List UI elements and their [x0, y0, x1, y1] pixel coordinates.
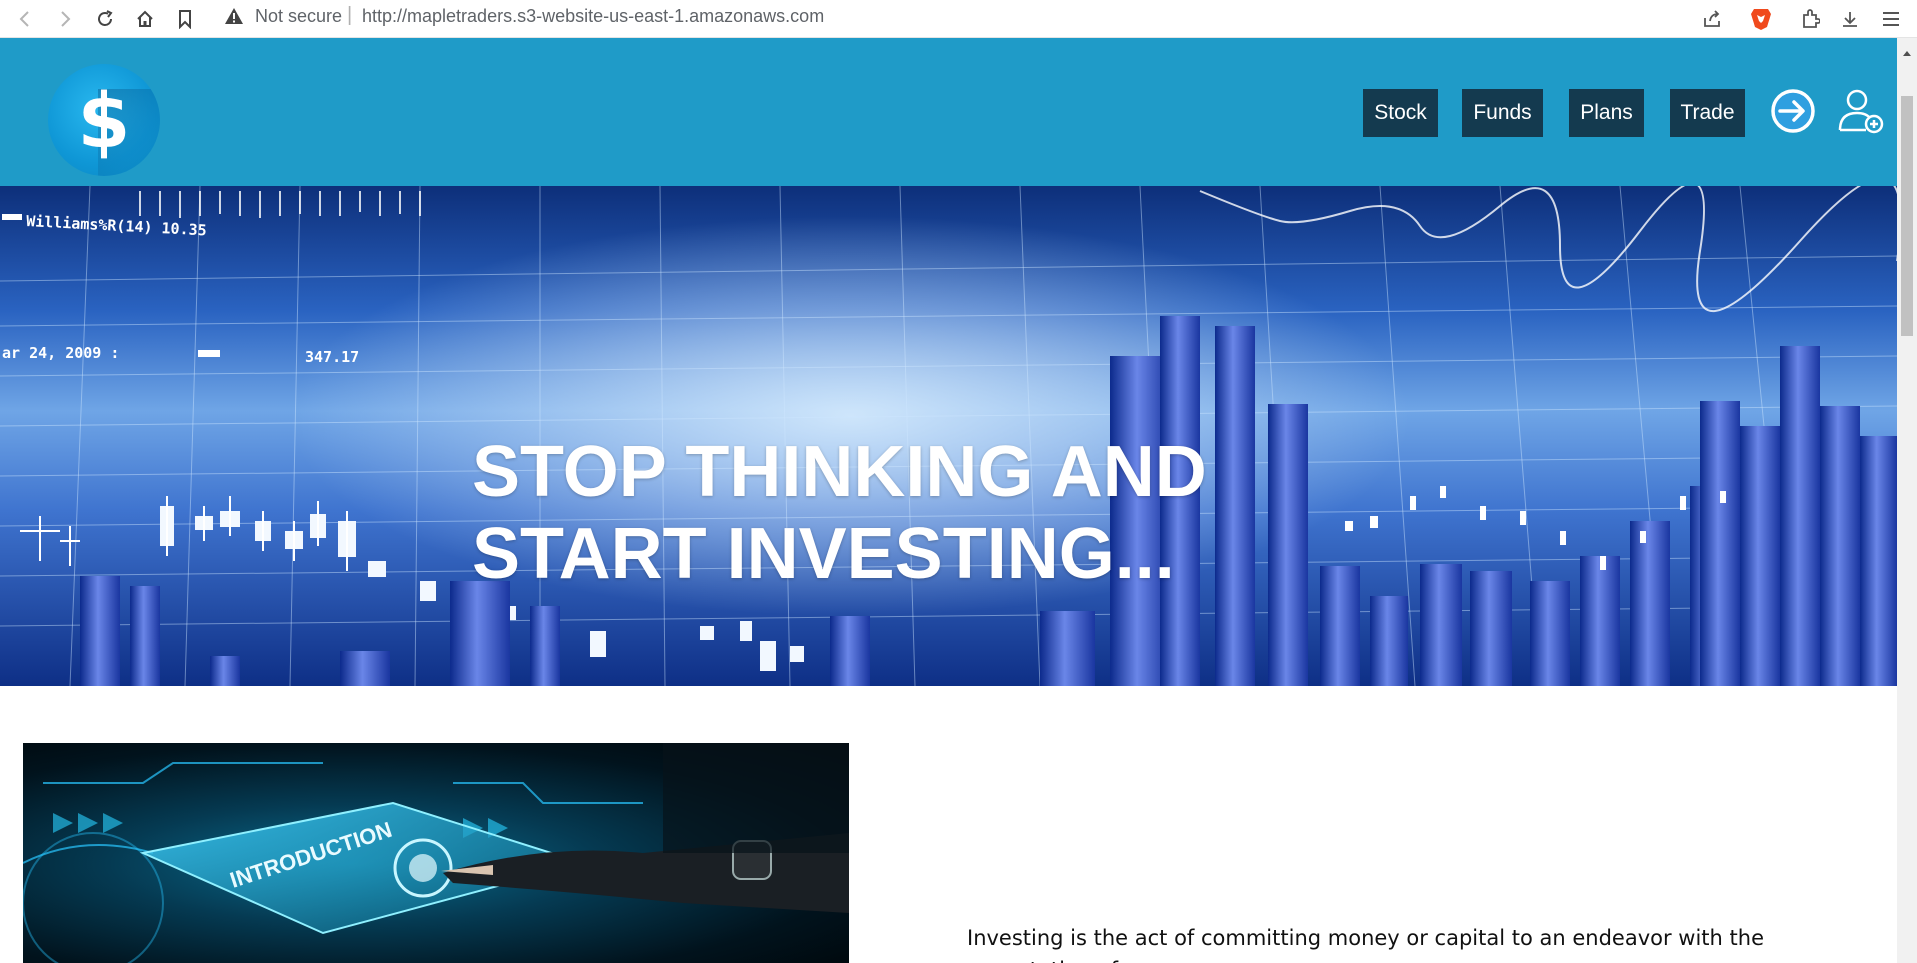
hero-title: STOP THINKING AND START INVESTING...: [472, 431, 1252, 595]
menu-icon[interactable]: [1876, 4, 1906, 34]
hero-banner: Williams%R(14) 10.35 ar 24, 2009 : 347.1…: [0, 186, 1897, 686]
url-separator: |: [347, 4, 353, 26]
extensions-icon[interactable]: [1795, 4, 1825, 34]
url-text[interactable]: http://mapletraders.s3-website-us-east-1…: [362, 6, 824, 27]
chart-date-label: ar 24, 2009 :: [2, 344, 119, 362]
brave-shield-icon[interactable]: [1746, 4, 1776, 34]
back-icon[interactable]: [10, 4, 40, 34]
reload-icon[interactable]: [90, 4, 120, 34]
chart-value-label: 347.17: [305, 348, 359, 366]
site-header: $ Stock Funds Plans Trade: [0, 38, 1897, 186]
nav-plans-button[interactable]: Plans: [1569, 89, 1644, 137]
warning-icon[interactable]: [224, 7, 244, 30]
scroll-up-icon[interactable]: [1902, 44, 1912, 56]
introduction-text: Investing is the act of committing money…: [967, 926, 1764, 963]
page-scrollbar[interactable]: [1897, 38, 1917, 963]
hero-title-line-1: STOP THINKING AND: [472, 432, 1207, 512]
login-arrow-icon[interactable]: [1768, 86, 1818, 136]
introduction-image: INTRODUCTION: [23, 743, 849, 963]
dollar-logo[interactable]: $: [48, 64, 160, 176]
security-label[interactable]: Not secure: [255, 6, 342, 27]
hero-title-line-2: START INVESTING...: [472, 514, 1175, 594]
nav-stock-button[interactable]: Stock: [1363, 89, 1438, 137]
nav-funds-button[interactable]: Funds: [1462, 89, 1543, 137]
forward-icon[interactable]: [50, 4, 80, 34]
home-icon[interactable]: [130, 4, 160, 34]
browser-toolbar: Not secure | http://mapletraders.s3-webs…: [0, 0, 1917, 38]
download-icon[interactable]: [1835, 4, 1865, 34]
share-icon[interactable]: [1697, 4, 1727, 34]
scroll-thumb[interactable]: [1901, 96, 1913, 336]
add-user-icon[interactable]: [1836, 86, 1886, 136]
bookmark-icon[interactable]: [170, 4, 200, 34]
dollar-icon: $: [77, 75, 131, 165]
nav-trade-button[interactable]: Trade: [1670, 89, 1745, 137]
